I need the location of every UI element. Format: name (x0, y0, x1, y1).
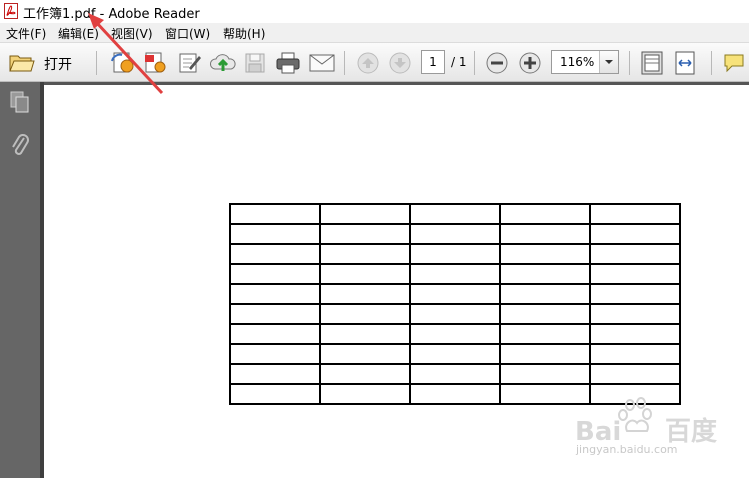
table-row (229, 283, 681, 305)
table-row (229, 303, 681, 325)
table-cell (589, 303, 681, 325)
table-cell (499, 283, 591, 305)
zoom-in-icon[interactable] (518, 51, 542, 75)
fit-page-icon[interactable] (640, 50, 664, 76)
table-cell (589, 323, 681, 345)
table-cell (589, 203, 681, 225)
table-cell (229, 323, 321, 345)
comment-icon[interactable] (722, 52, 746, 74)
table-cell (499, 203, 591, 225)
table-cell (409, 263, 501, 285)
navigation-sidebar (0, 82, 40, 478)
table-cell (229, 343, 321, 365)
table-row (229, 223, 681, 245)
table-cell (409, 283, 501, 305)
table-cell (319, 283, 411, 305)
table-cell (409, 343, 501, 365)
table-cell (229, 243, 321, 265)
table-row (229, 323, 681, 345)
table-cell (229, 363, 321, 385)
table-row (229, 263, 681, 285)
save-icon[interactable] (244, 52, 266, 74)
table-cell (409, 303, 501, 325)
table-cell (589, 263, 681, 285)
watermark-url: jingyan.baidu.com (576, 443, 678, 456)
table-cell (499, 223, 591, 245)
open-folder-icon[interactable] (9, 52, 35, 74)
table-row (229, 243, 681, 265)
table-cell (589, 343, 681, 365)
page-thumbnails-icon[interactable] (9, 90, 31, 114)
table-row (229, 343, 681, 365)
table-cell (229, 223, 321, 245)
table-cell (319, 323, 411, 345)
zoom-value: 116% (560, 55, 595, 69)
title-bar: 工作簿1.pdf - Adobe Reader (0, 0, 749, 23)
menu-edit[interactable]: 编辑(E) (58, 25, 99, 42)
table-cell (319, 203, 411, 225)
export-pdf-icon[interactable] (142, 51, 168, 75)
pdf-table (229, 203, 681, 405)
table-cell (499, 303, 591, 325)
table-cell (409, 363, 501, 385)
table-cell (319, 363, 411, 385)
table-cell (319, 343, 411, 365)
next-page-icon[interactable] (388, 52, 412, 74)
table-cell (499, 363, 591, 385)
table-cell (319, 223, 411, 245)
table-cell (409, 323, 501, 345)
cloud-upload-icon[interactable] (209, 51, 237, 75)
table-cell (409, 383, 501, 405)
table-cell (499, 323, 591, 345)
zoom-level-dropdown[interactable]: 116% (551, 50, 619, 74)
table-cell (499, 343, 591, 365)
table-cell (589, 243, 681, 265)
toolbar-separator (96, 51, 97, 75)
menu-view[interactable]: 视图(V) (111, 25, 153, 42)
table-cell (589, 363, 681, 385)
toolbar-separator (344, 51, 345, 75)
toolbar-separator (711, 51, 712, 75)
attachment-paperclip-icon[interactable] (10, 132, 30, 158)
table-cell (319, 383, 411, 405)
print-icon[interactable] (275, 51, 301, 75)
table-row (229, 363, 681, 385)
table-row (229, 203, 681, 225)
menu-file[interactable]: 文件(F) (6, 25, 46, 42)
window-title: 工作簿1.pdf - Adobe Reader (23, 7, 200, 22)
table-cell (499, 263, 591, 285)
table-cell (229, 303, 321, 325)
email-icon[interactable] (309, 53, 335, 73)
zoom-out-icon[interactable] (485, 51, 509, 75)
toolbar-separator (629, 51, 630, 75)
table-cell (409, 243, 501, 265)
open-button[interactable]: 打开 (44, 54, 72, 74)
pdf-file-icon (4, 3, 18, 19)
toolbar-separator (474, 51, 475, 75)
edit-document-icon[interactable] (177, 51, 203, 75)
table-cell (229, 203, 321, 225)
page-number-input[interactable]: 1 (421, 50, 445, 74)
menu-help[interactable]: 帮助(H) (223, 25, 265, 42)
menu-window[interactable]: 窗口(W) (165, 25, 210, 42)
baidu-watermark-logo: Bai 百度 (575, 397, 717, 447)
table-cell (589, 283, 681, 305)
main-toolbar: 打开 1 / 1 116% (0, 42, 749, 82)
table-cell (319, 263, 411, 285)
chevron-down-icon[interactable] (599, 51, 618, 73)
table-cell (409, 203, 501, 225)
table-cell (229, 383, 321, 405)
previous-page-icon[interactable] (356, 52, 380, 74)
fit-width-icon[interactable] (673, 50, 697, 76)
table-cell (229, 283, 321, 305)
table-cell (499, 243, 591, 265)
page-total: / 1 (451, 55, 467, 69)
menu-bar: 文件(F) 编辑(E) 视图(V) 窗口(W) 帮助(H) (0, 23, 749, 42)
table-cell (319, 303, 411, 325)
table-cell (409, 223, 501, 245)
create-pdf-icon[interactable] (110, 51, 136, 75)
table-cell (589, 223, 681, 245)
table-cell (319, 243, 411, 265)
table-cell (229, 263, 321, 285)
